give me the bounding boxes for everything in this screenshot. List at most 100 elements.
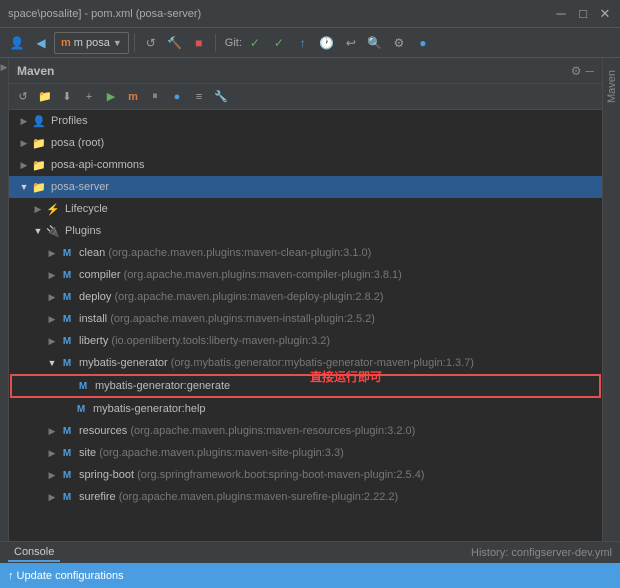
posa-root-arrow[interactable]: ▶ [17, 138, 31, 149]
site-icon: M [59, 445, 75, 461]
compiler-arrow[interactable]: ▶ [45, 270, 59, 281]
toolbar-back-icon[interactable]: ◀ [30, 32, 52, 54]
git-check-icon[interactable]: ✓ [244, 32, 266, 54]
maven-profile-dropdown[interactable]: m m posa ▼ [54, 32, 129, 54]
tree-item-mybatis-gen-help[interactable]: ▶ M mybatis-generator:help [9, 398, 602, 420]
toolbar-search-icon[interactable]: 🔍 [364, 32, 386, 54]
posa-root-icon: 📁 [31, 135, 47, 151]
liberty-arrow[interactable]: ▶ [45, 336, 59, 347]
tree-item-spring-boot[interactable]: ▶ M spring-boot (org.springframework.boo… [9, 464, 602, 486]
spring-boot-arrow[interactable]: ▶ [45, 470, 59, 481]
tree-item-war[interactable]: ▶ M war (org.apache.maven.plugins:maven-… [9, 508, 602, 509]
lifecycle-icon: ⚡ [45, 201, 61, 217]
lifecycle-arrow[interactable]: ▶ [31, 204, 45, 215]
plugins-arrow[interactable]: ▼ [31, 226, 45, 236]
mv-run-btn[interactable]: ▶ [101, 87, 121, 107]
tree-item-liberty[interactable]: ▶ M liberty (io.openliberty.tools:libert… [9, 330, 602, 352]
tree-item-posa-root[interactable]: ▶ 📁 posa (root) [9, 132, 602, 154]
resources-arrow[interactable]: ▶ [45, 426, 59, 437]
toolbar-clock-icon[interactable]: 🕐 [316, 32, 338, 54]
mv-list-btn[interactable]: ≡ [189, 87, 209, 107]
posa-api-label: posa-api-commons [51, 159, 145, 171]
mv-m-btn[interactable]: m [123, 87, 143, 107]
mv-skip-btn[interactable]: ● [167, 87, 187, 107]
clean-arrow[interactable]: ▶ [45, 248, 59, 259]
mv-download-btn[interactable]: ⬇ [57, 87, 77, 107]
tree-item-profiles[interactable]: ▶ 👤 Profiles [9, 110, 602, 132]
tree-item-mybatis-gen[interactable]: ▼ M mybatis-generator (org.mybatis.gener… [9, 352, 602, 374]
spring-boot-icon: M [59, 467, 75, 483]
maven-settings-icon[interactable]: ⚙ [571, 64, 582, 78]
toolbar-refresh-icon[interactable]: ↺ [140, 32, 162, 54]
tree-item-resources[interactable]: ▶ M resources (org.apache.maven.plugins:… [9, 420, 602, 442]
mybatis-gen-arrow[interactable]: ▼ [45, 358, 59, 368]
close-button[interactable]: ✕ [598, 7, 612, 21]
posa-api-arrow[interactable]: ▶ [17, 160, 31, 171]
maven-minimize-icon[interactable]: ─ [585, 64, 594, 78]
install-arrow[interactable]: ▶ [45, 314, 59, 325]
mv-add-btn[interactable]: + [79, 87, 99, 107]
posa-server-label: posa-server [51, 181, 109, 193]
toolbar-sep-2 [215, 34, 216, 52]
maximize-button[interactable]: □ [576, 7, 590, 21]
history-text: History: configserver-dev.yml [471, 547, 612, 559]
install-icon: M [59, 311, 75, 327]
liberty-icon: M [59, 333, 75, 349]
toolbar-undo-icon[interactable]: ↩ [340, 32, 362, 54]
tree-item-posa-server[interactable]: ▼ 📁 posa-server [9, 176, 602, 198]
posa-server-icon: 📁 [31, 179, 47, 195]
status-bar: ↑ Update configurations [0, 563, 620, 588]
tree-item-plugins[interactable]: ▼ 🔌 Plugins [9, 220, 602, 242]
surefire-label: surefire (org.apache.maven.plugins:maven… [79, 491, 398, 503]
mv-wrench-btn[interactable]: 🔧 [211, 87, 231, 107]
tree-item-compiler[interactable]: ▶ M compiler (org.apache.maven.plugins:m… [9, 264, 602, 286]
tree-item-clean[interactable]: ▶ M clean (org.apache.maven.plugins:mave… [9, 242, 602, 264]
posa-server-arrow[interactable]: ▼ [17, 182, 31, 192]
bottom-bar: Console History: configserver-dev.yml [0, 541, 620, 563]
mv-refresh-btn[interactable]: ↺ [13, 87, 33, 107]
deploy-label: deploy (org.apache.maven.plugins:maven-d… [79, 291, 384, 303]
left-panel-arrow[interactable]: ▶ [1, 62, 8, 73]
git-push-icon[interactable]: ↑ [292, 32, 314, 54]
deploy-icon: M [59, 289, 75, 305]
toolbar-settings-icon[interactable]: ⚙ [388, 32, 410, 54]
console-tab[interactable]: Console [8, 544, 60, 562]
liberty-label: liberty (io.openliberty.tools:liberty-ma… [79, 335, 330, 347]
deploy-arrow[interactable]: ▶ [45, 292, 59, 303]
mv-pause-btn[interactable]: ⏸ [145, 87, 165, 107]
maven-header-right: ⚙ ─ [571, 64, 594, 78]
compiler-label: compiler (org.apache.maven.plugins:maven… [79, 269, 402, 281]
tree-item-lifecycle[interactable]: ▶ ⚡ Lifecycle [9, 198, 602, 220]
mybatis-gen-icon: M [59, 355, 75, 371]
tree-item-posa-api[interactable]: ▶ 📁 posa-api-commons [9, 154, 602, 176]
main-toolbar: 👤 ◀ m m posa ▼ ↺ 🔨 ■ Git: ✓ ✓ ↑ 🕐 ↩ 🔍 ⚙ … [0, 28, 620, 58]
title-bar-path: space\posalite] - pom.xml (posa-server) [8, 8, 201, 20]
main-content: ▶ Maven ⚙ ─ ↺ 📁 ⬇ + ▶ m ⏸ ● ≡ 🔧 [0, 58, 620, 541]
git-check2-icon[interactable]: ✓ [268, 32, 290, 54]
tree-item-site[interactable]: ▶ M site (org.apache.maven.plugins:maven… [9, 442, 602, 464]
tree-item-mybatis-gen-generate[interactable]: ▶ M mybatis-generator:generate [11, 375, 600, 397]
title-bar: space\posalite] - pom.xml (posa-server) … [0, 0, 620, 28]
site-arrow[interactable]: ▶ [45, 448, 59, 459]
gen-generate-icon: M [75, 378, 91, 394]
toolbar-user-icon[interactable]: 👤 [6, 32, 28, 54]
resources-icon: M [59, 423, 75, 439]
tree-item-surefire[interactable]: ▶ M surefire (org.apache.maven.plugins:m… [9, 486, 602, 508]
surefire-arrow[interactable]: ▶ [45, 492, 59, 503]
tree-item-install[interactable]: ▶ M install (org.apache.maven.plugins:ma… [9, 308, 602, 330]
spring-boot-label: spring-boot (org.springframework.boot:sp… [79, 469, 424, 481]
mv-folder-btn[interactable]: 📁 [35, 87, 55, 107]
toolbar-build-icon[interactable]: 🔨 [164, 32, 186, 54]
install-label: install (org.apache.maven.plugins:maven-… [79, 313, 375, 325]
toolbar-stop-icon[interactable]: ■ [188, 32, 210, 54]
right-sidebar-label[interactable]: Maven [606, 70, 618, 103]
profiles-label: Profiles [51, 115, 88, 127]
status-text: ↑ Update configurations [8, 570, 124, 582]
title-text: space\posalite] - pom.xml (posa-server) [8, 8, 201, 20]
profiles-arrow[interactable]: ▶ [17, 116, 31, 127]
mybatis-gen-label: mybatis-generator (org.mybatis.generator… [79, 357, 474, 369]
maven-panel-title: Maven [17, 64, 54, 78]
minimize-button[interactable]: ─ [554, 7, 568, 21]
tree-item-deploy[interactable]: ▶ M deploy (org.apache.maven.plugins:mav… [9, 286, 602, 308]
toolbar-avatar-icon[interactable]: ● [412, 32, 434, 54]
